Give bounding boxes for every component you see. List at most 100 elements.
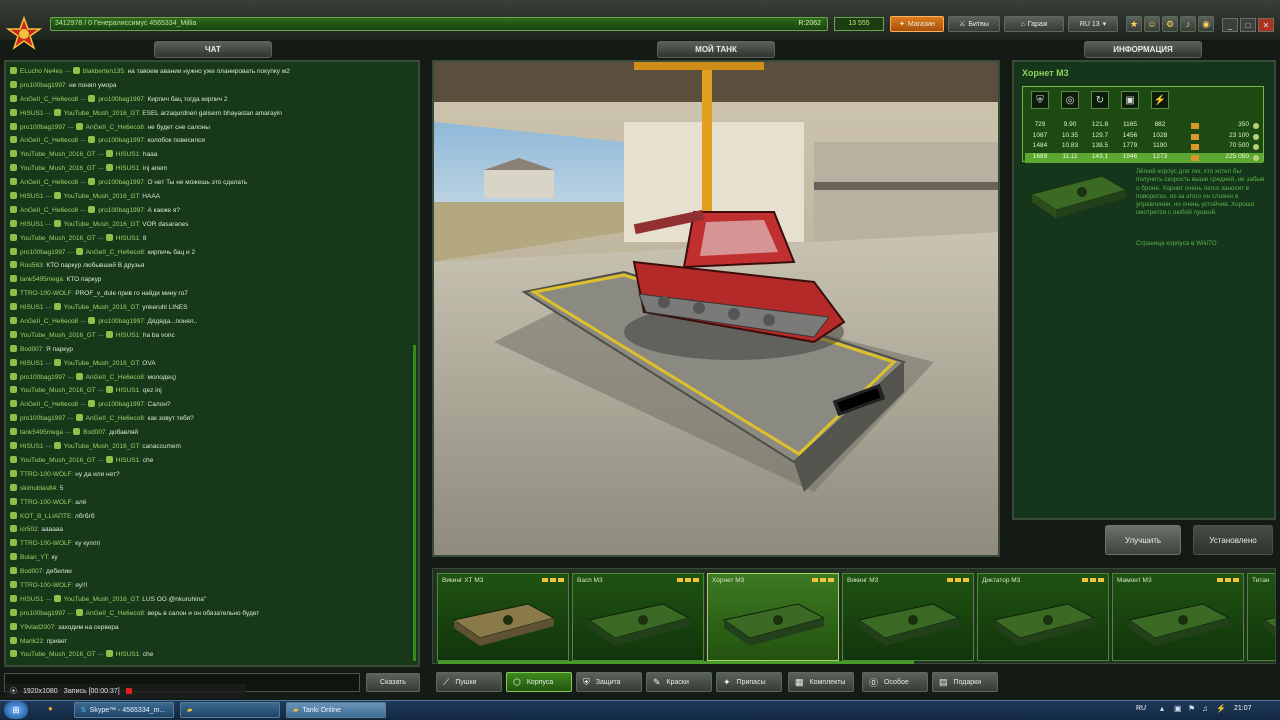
- chat-sender[interactable]: KOT_B_LLIAПTE: [20, 513, 71, 520]
- language-indicator[interactable]: RU: [1136, 705, 1146, 712]
- strip-scrollbar[interactable]: [438, 661, 914, 664]
- chat-recipient[interactable]: YouTube_Mush_2016_GT: [64, 596, 139, 603]
- tab-7[interactable]: ▤ Подарки: [932, 672, 998, 692]
- chat-sender[interactable]: AnGeII_C_He6eco8: [20, 137, 78, 144]
- star-icon[interactable]: ★: [1126, 16, 1142, 32]
- chat-sender[interactable]: Marik22: [20, 638, 43, 645]
- chat-recipient[interactable]: YouTube_Mush_2016_GT: [64, 360, 139, 367]
- sound-icon[interactable]: ♪: [1180, 16, 1196, 32]
- chat-sender[interactable]: TTRO-100-WOLF: [20, 471, 72, 478]
- server-selector[interactable]: RU 13 ▾: [1068, 16, 1118, 32]
- chat-sender[interactable]: pro100bag1997: [20, 82, 66, 89]
- chat-sender[interactable]: ELucho Ne4es: [20, 68, 63, 75]
- taskbar-skype[interactable]: S Skype™ - 4565334_m...: [74, 702, 174, 718]
- stats-row[interactable]: 1484 10.83 138.5 1779 1190 70 500: [1025, 142, 1263, 152]
- taskbar-tanki[interactable]: ▰ Tanki Online: [286, 702, 386, 718]
- minimize-icon[interactable]: _: [1222, 18, 1238, 32]
- tray-arrow-icon[interactable]: ▴: [1160, 704, 1170, 714]
- chat-sender[interactable]: Y9vlad2007: [20, 624, 54, 631]
- chat-recipient[interactable]: pro100bag1997: [98, 318, 144, 325]
- chat-sender[interactable]: YouTube_Mush_2016_GT: [20, 651, 96, 658]
- chat-sender[interactable]: HISUS1: [20, 221, 43, 228]
- tab-6[interactable]: ⓪ Особое: [862, 672, 928, 692]
- chat-sender[interactable]: pro100bag1997: [20, 415, 66, 422]
- wiki-link[interactable]: Страница корпуса в WikiTO: [1136, 240, 1217, 247]
- chat-sender[interactable]: AnGeII_C_He6eco8: [20, 96, 78, 103]
- start-button[interactable]: ⊞: [4, 701, 28, 719]
- stats-row[interactable]: 1689 11.11 143.1 1946 1273 225 050: [1025, 152, 1263, 163]
- chat-recipient[interactable]: pro100bag1997: [98, 179, 144, 186]
- chat-recipient[interactable]: Bod007: [83, 429, 105, 436]
- chat-sender[interactable]: AnGeII_C_He6eco8: [20, 318, 78, 325]
- chat-recipient[interactable]: HISUS1: [116, 151, 139, 158]
- chat-recipient[interactable]: HISUS1: [116, 165, 139, 172]
- maximize-icon[interactable]: □: [1240, 18, 1256, 32]
- tab-1[interactable]: ⬡ Корпуса: [506, 672, 572, 692]
- chat-recipient[interactable]: blakberten135: [83, 68, 124, 75]
- chat-recipient[interactable]: AnGeII_C_He6eco8: [86, 124, 144, 131]
- chat-log[interactable]: ELucho Ne4es — blakberten135: на тавоем …: [4, 60, 420, 667]
- chat-sender[interactable]: HISUS1: [20, 193, 43, 200]
- stats-row[interactable]: 729 9.90 121.8 1165 882 350: [1025, 121, 1263, 131]
- taskbar-folder[interactable]: ▰: [180, 702, 280, 718]
- chat-recipient[interactable]: HISUS1: [116, 457, 139, 464]
- tank-viewport[interactable]: [432, 60, 1000, 557]
- chat-recipient[interactable]: YouTube_Mush_2016_GT: [64, 443, 139, 450]
- chat-sender[interactable]: pro100bag1997: [20, 374, 66, 381]
- crystal-balance[interactable]: 13 555: [834, 17, 884, 31]
- chat-sender[interactable]: HISUS1: [20, 360, 43, 367]
- chat-sender[interactable]: icr502: [20, 526, 38, 533]
- garage-item-card[interactable]: Викинг М3: [842, 573, 974, 661]
- chat-recipient[interactable]: AnGeII_C_He6eco8: [86, 610, 144, 617]
- settings-icon[interactable]: ⚙: [1162, 16, 1178, 32]
- chat-recipient[interactable]: AnGeII_C_He6eco8: [86, 415, 144, 422]
- tab-2[interactable]: ⛨ Защита: [576, 672, 642, 692]
- garage-item-card[interactable]: Хорнет М3: [707, 573, 839, 661]
- garage-item-card[interactable]: Диктатор М3: [977, 573, 1109, 661]
- chat-sender[interactable]: Bod007: [20, 346, 42, 353]
- garage-item-card[interactable]: Викинг ХТ М3: [437, 573, 569, 661]
- chat-scrollbar[interactable]: [413, 345, 416, 661]
- chat-recipient[interactable]: YouTube_Mush_2016_GT: [64, 110, 139, 117]
- chat-recipient[interactable]: HISUS1: [116, 651, 139, 658]
- chat-recipient[interactable]: AnGeII_C_He6eco8: [86, 249, 144, 256]
- tray-power-icon[interactable]: ⚡: [1216, 704, 1226, 714]
- chat-sender[interactable]: pro100bag1997: [20, 610, 66, 617]
- chat-recipient[interactable]: AnGeII_C_He6eco8: [86, 374, 144, 381]
- chat-sender[interactable]: AnGeII_C_He6eco8: [20, 179, 78, 186]
- chat-sender[interactable]: HISUS1: [20, 443, 43, 450]
- tab-5[interactable]: ▦ Комплекты: [788, 672, 854, 692]
- garage-button[interactable]: ⌂ Гараж: [1004, 16, 1064, 32]
- chat-recipient[interactable]: HISUS1: [116, 235, 139, 242]
- tray-speaker-icon[interactable]: ♫: [1202, 704, 1212, 714]
- chat-sender[interactable]: YouTube_Mush_2016_GT: [20, 151, 96, 158]
- battles-button[interactable]: ⚔ Битвы: [948, 16, 1000, 32]
- chat-sender[interactable]: TTRO-100-WOLF: [20, 540, 72, 547]
- chat-recipient[interactable]: pro100bag1997: [98, 96, 144, 103]
- chat-sender[interactable]: TTRO-100-WOLF: [20, 499, 72, 506]
- tab-4[interactable]: ✦ Припасы: [716, 672, 782, 692]
- shop-button[interactable]: ✦ Магазин: [890, 16, 944, 32]
- chat-sender[interactable]: HISUS1: [20, 596, 43, 603]
- chat-recipient[interactable]: HISUS1: [116, 387, 139, 394]
- record-stop-icon[interactable]: [125, 688, 132, 694]
- chat-sender[interactable]: YouTube_Mush_2016_GT: [20, 165, 96, 172]
- chat-recipient[interactable]: HISUS1: [116, 332, 139, 339]
- upgrade-button[interactable]: Улучшить: [1105, 525, 1181, 555]
- garage-item-card[interactable]: Васп М3: [572, 573, 704, 661]
- chat-sender[interactable]: YouTube_Mush_2016_GT: [20, 235, 96, 242]
- chat-sender[interactable]: YouTube_Mush_2016_GT: [20, 332, 96, 339]
- chat-sender[interactable]: skimublas84: [20, 485, 56, 492]
- send-button[interactable]: Сказать: [366, 673, 420, 692]
- tab-3[interactable]: ✎ Краски: [646, 672, 712, 692]
- close-icon[interactable]: ✕: [1258, 18, 1274, 32]
- stats-row[interactable]: 1087 10.35 129.7 1456 1028 23 100: [1025, 132, 1263, 142]
- firefox-icon[interactable]: ●: [48, 704, 58, 714]
- chat-recipient[interactable]: YouTube_Mush_2016_GT: [64, 304, 139, 311]
- tab-0[interactable]: ⟋ Пушки: [436, 672, 502, 692]
- chat-sender[interactable]: Bolan_YT: [20, 554, 48, 561]
- chat-sender[interactable]: YouTube_Mush_2016_GT: [20, 387, 96, 394]
- chat-recipient[interactable]: YouTube_Mush_2016_GT: [64, 221, 139, 228]
- chat-sender[interactable]: HISUS1: [20, 110, 43, 117]
- chat-sender[interactable]: HISUS1: [20, 304, 43, 311]
